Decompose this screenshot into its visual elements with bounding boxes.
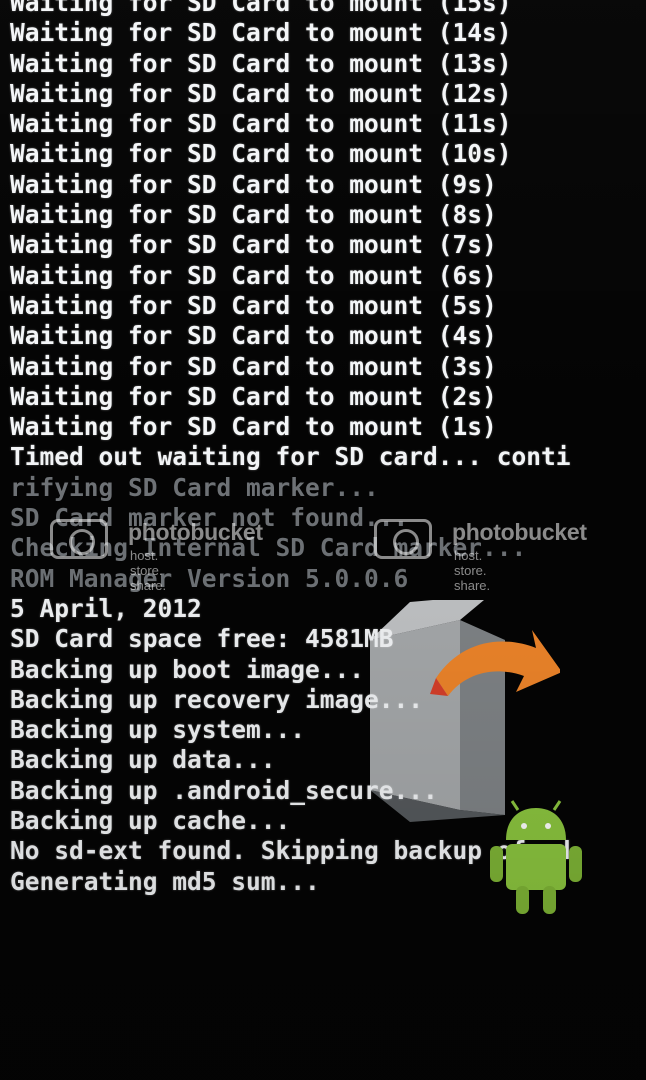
watermark-brand: photobucket [128,519,263,545]
console-line: Waiting for SD Card to mount (3s) [10,351,497,381]
camera-icon [374,519,432,559]
console-line: Waiting for SD Card to mount (12s) [10,78,512,108]
console-line: Waiting for SD Card to mount (1s) [10,412,497,442]
console-line: Backing up data... [10,745,276,775]
console-line: Waiting for SD Card to mount (13s) [10,48,512,78]
console-line: Backing up system... [10,715,306,745]
console-line: Waiting for SD Card to mount (11s) [10,109,512,139]
console-line: Waiting for SD Card to mount (15s) [10,0,512,17]
console-line: Waiting for SD Card to mount (6s) [10,260,497,290]
console-line: Backing up boot image... [10,654,365,684]
android-robot-icon [490,800,582,914]
console-line: Waiting for SD Card to mount (5s) [10,290,497,320]
console-line: Waiting for SD Card to mount (9s) [10,169,497,199]
watermark-tagline: host. store. share. [130,548,167,593]
watermark-tagline: host. store. share. [454,548,491,593]
recovery-screen: Waiting for SD Card to mount (15s) Waitin… [0,0,646,1080]
console-line: 5 April, 2012 [10,593,202,623]
console-line: Waiting for SD Card to mount (10s) [10,139,512,169]
console-line: Waiting for SD Card to mount (8s) [10,200,497,230]
console-line: Backing up recovery image... [10,684,424,714]
console-line: Waiting for SD Card to mount (4s) [10,321,497,351]
watermark-brand: photobucket [452,519,587,545]
console-line: SD Card space free: 4581MB [10,624,394,654]
console-line: Waiting for SD Card to mount (7s) [10,230,497,260]
console-line: rifying SD Card marker... [10,472,379,502]
console-line: Timed out waiting for SD card... conti [10,442,571,472]
camera-icon [50,519,108,559]
console-line: Waiting for SD Card to mount (2s) [10,381,497,411]
recovery-console-log: Waiting for SD Card to mount (15s) Waitin… [10,0,571,897]
console-line: Waiting for SD Card to mount (14s) [10,18,512,48]
